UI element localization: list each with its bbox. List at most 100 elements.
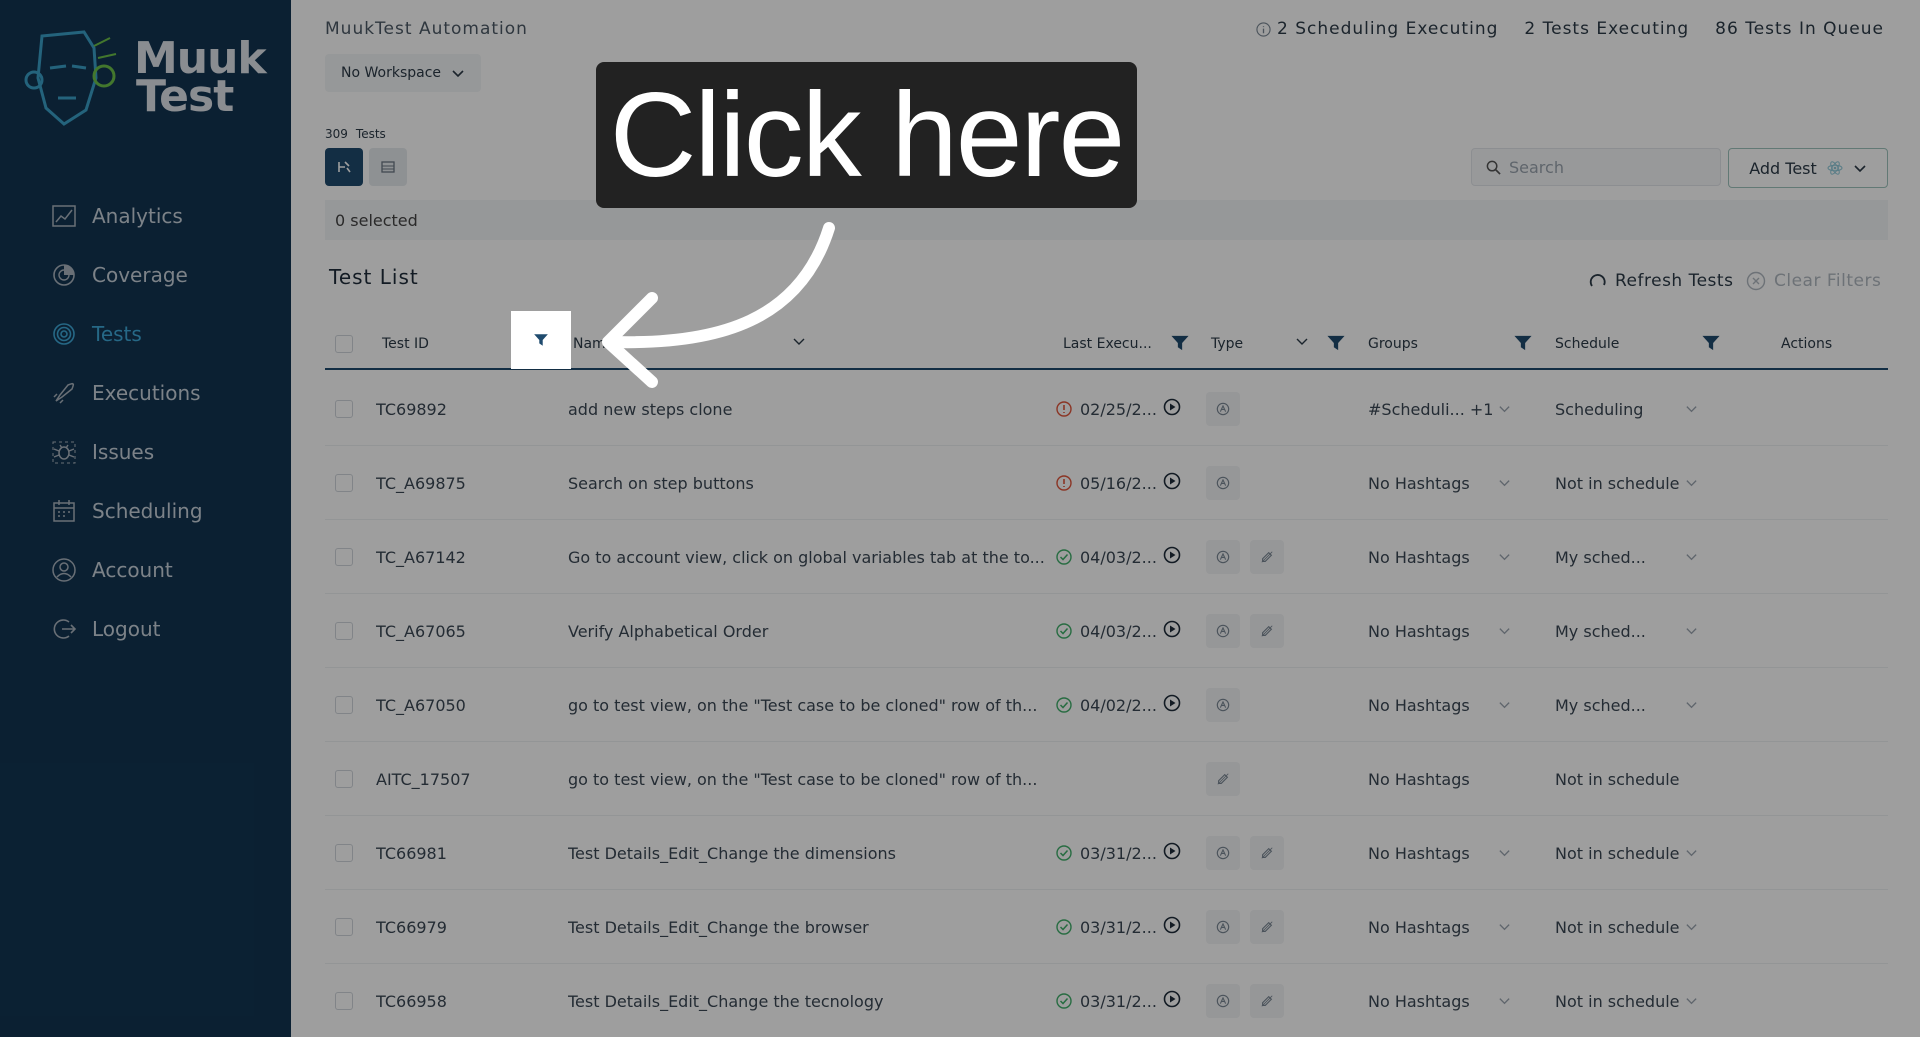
- col-name[interactable]: Nam: [573, 320, 606, 368]
- filter-icon[interactable]: [1170, 333, 1190, 353]
- test-id[interactable]: TC_A67050: [376, 668, 466, 742]
- table-row[interactable]: TC_A69875 Search on step buttons 05/16/2..…: [325, 446, 1888, 520]
- row-checkbox[interactable]: [335, 992, 353, 1010]
- test-id[interactable]: TC66979: [376, 890, 447, 964]
- col-last-execution[interactable]: Last Execu...: [1063, 320, 1152, 368]
- sidebar-item-scheduling[interactable]: Scheduling: [0, 481, 291, 540]
- test-name[interactable]: Go to account view, click on global vari…: [568, 520, 1058, 594]
- schedule-dropdown[interactable]: Scheduling: [1555, 372, 1705, 446]
- last-execution-date[interactable]: 04/02/2...: [1080, 696, 1157, 715]
- schedule-dropdown[interactable]: Not in schedule: [1555, 446, 1705, 520]
- test-name[interactable]: go to test view, on the "Test case to be…: [568, 668, 1058, 742]
- last-execution-date[interactable]: 04/03/2...: [1080, 548, 1157, 567]
- schedule-dropdown[interactable]: My sched...: [1555, 594, 1705, 668]
- run-test-icon[interactable]: [1163, 546, 1181, 568]
- sidebar-item-issues[interactable]: Issues: [0, 422, 291, 481]
- sidebar-item-executions[interactable]: Executions: [0, 363, 291, 422]
- col-type[interactable]: Type: [1211, 320, 1243, 368]
- table-row[interactable]: TC69892 add new steps clone 02/25/2... #Sch…: [325, 372, 1888, 446]
- test-name[interactable]: Test Details_Edit_Change the tecnology: [568, 964, 1058, 1037]
- table-row[interactable]: TC_A67142 Go to account view, click on gl…: [325, 520, 1888, 594]
- schedule-dropdown[interactable]: My sched...: [1555, 520, 1705, 594]
- refresh-tests-button[interactable]: Refresh Tests: [1589, 271, 1733, 291]
- test-name[interactable]: Search on step buttons: [568, 446, 1058, 520]
- test-id[interactable]: TC_A67142: [376, 520, 466, 594]
- row-checkbox[interactable]: [335, 696, 353, 714]
- test-id[interactable]: TC_A69875: [376, 446, 466, 520]
- filter-icon[interactable]: [1701, 333, 1721, 353]
- sort-chevron-icon[interactable]: [1295, 334, 1309, 348]
- sidebar-item-analytics[interactable]: Analytics: [0, 186, 291, 245]
- scheduling-executing-stat[interactable]: 2 Scheduling Executing: [1256, 19, 1498, 39]
- groups-dropdown[interactable]: No Hashtags: [1368, 668, 1518, 742]
- col-schedule[interactable]: Schedule: [1555, 320, 1619, 368]
- tests-in-queue-stat[interactable]: 86 Tests In Queue: [1715, 19, 1884, 39]
- groups-dropdown[interactable]: No Hashtags: [1368, 594, 1518, 668]
- run-test-icon[interactable]: [1163, 398, 1181, 420]
- highlighted-filter-button[interactable]: [511, 311, 571, 369]
- table-row[interactable]: TC_A67065 Verify Alphabetical Order 04/03/…: [325, 594, 1888, 668]
- groups-dropdown[interactable]: No Hashtags: [1368, 964, 1518, 1037]
- sidebar-item-logout[interactable]: Logout: [0, 599, 291, 658]
- table-row[interactable]: TC_A67050 go to test view, on the "Test c…: [325, 668, 1888, 742]
- groups-dropdown[interactable]: #Scheduli... +1 ...: [1368, 372, 1518, 446]
- test-name[interactable]: go to test view, on the "Test case to be…: [568, 742, 1058, 816]
- last-execution-date[interactable]: 03/31/2...: [1080, 844, 1157, 863]
- table-row[interactable]: TC66958 Test Details_Edit_Change the tecn…: [325, 964, 1888, 1037]
- tests-executing-stat[interactable]: 2 Tests Executing: [1524, 19, 1689, 39]
- flow-view-button[interactable]: [325, 148, 363, 186]
- col-groups[interactable]: Groups: [1368, 320, 1418, 368]
- schedule-dropdown[interactable]: Not in schedule: [1555, 890, 1705, 964]
- groups-dropdown[interactable]: No Hashtags: [1368, 520, 1518, 594]
- row-checkbox[interactable]: [335, 400, 353, 418]
- test-id[interactable]: TC_A67065: [376, 594, 466, 668]
- row-checkbox[interactable]: [335, 770, 353, 788]
- row-checkbox[interactable]: [335, 918, 353, 936]
- test-name[interactable]: Test Details_Edit_Change the dimensions: [568, 816, 1058, 890]
- muuktest-logo[interactable]: Muuk Test: [24, 28, 274, 128]
- table-row[interactable]: TC66979 Test Details_Edit_Change the brow…: [325, 890, 1888, 964]
- last-execution-date[interactable]: 04/03/2...: [1080, 622, 1157, 641]
- last-execution-date[interactable]: 05/16/2...: [1080, 474, 1157, 493]
- schedule-dropdown[interactable]: Not in schedule: [1555, 816, 1705, 890]
- run-test-icon[interactable]: [1163, 990, 1181, 1012]
- sidebar-item-account[interactable]: Account: [0, 540, 291, 599]
- test-name[interactable]: Test Details_Edit_Change the browser: [568, 890, 1058, 964]
- last-execution-date[interactable]: 02/25/2...: [1080, 400, 1157, 419]
- test-id[interactable]: AITC_17507: [376, 742, 471, 816]
- workspace-dropdown[interactable]: No Workspace: [325, 54, 482, 92]
- table-view-button[interactable]: [369, 148, 407, 186]
- test-name[interactable]: add new steps clone: [568, 372, 1058, 446]
- run-test-icon[interactable]: [1163, 694, 1181, 716]
- groups-dropdown[interactable]: No Hashtags: [1368, 816, 1518, 890]
- run-test-icon[interactable]: [1163, 620, 1181, 642]
- clear-filters-button[interactable]: Clear Filters: [1746, 271, 1881, 291]
- groups-dropdown[interactable]: No Hashtags: [1368, 890, 1518, 964]
- row-checkbox[interactable]: [335, 548, 353, 566]
- table-row[interactable]: AITC_17507 go to test view, on the "Test …: [325, 742, 1888, 816]
- row-checkbox[interactable]: [335, 474, 353, 492]
- select-all-checkbox[interactable]: [335, 335, 353, 353]
- col-test-id[interactable]: Test ID: [382, 320, 429, 368]
- filter-icon[interactable]: [1513, 333, 1533, 353]
- search-input[interactable]: [1509, 157, 1709, 177]
- schedule-dropdown[interactable]: Not in schedule: [1555, 964, 1705, 1037]
- test-name[interactable]: Verify Alphabetical Order: [568, 594, 1058, 668]
- run-test-icon[interactable]: [1163, 472, 1181, 494]
- sidebar-item-coverage[interactable]: Coverage: [0, 245, 291, 304]
- table-row[interactable]: TC66981 Test Details_Edit_Change the dime…: [325, 816, 1888, 890]
- groups-dropdown[interactable]: No Hashtags: [1368, 446, 1518, 520]
- filter-icon[interactable]: [1326, 333, 1346, 353]
- sort-chevron-icon[interactable]: [792, 334, 806, 348]
- row-checkbox[interactable]: [335, 622, 353, 640]
- run-test-icon[interactable]: [1163, 842, 1181, 864]
- add-test-button[interactable]: Add Test: [1728, 148, 1888, 188]
- last-execution-date[interactable]: 03/31/2...: [1080, 992, 1157, 1011]
- test-id[interactable]: TC69892: [376, 372, 447, 446]
- row-checkbox[interactable]: [335, 844, 353, 862]
- test-id[interactable]: TC66981: [376, 816, 447, 890]
- last-execution-date[interactable]: 03/31/2...: [1080, 918, 1157, 937]
- run-test-icon[interactable]: [1163, 916, 1181, 938]
- test-id[interactable]: TC66958: [376, 964, 447, 1037]
- sidebar-item-tests[interactable]: Tests: [0, 304, 291, 363]
